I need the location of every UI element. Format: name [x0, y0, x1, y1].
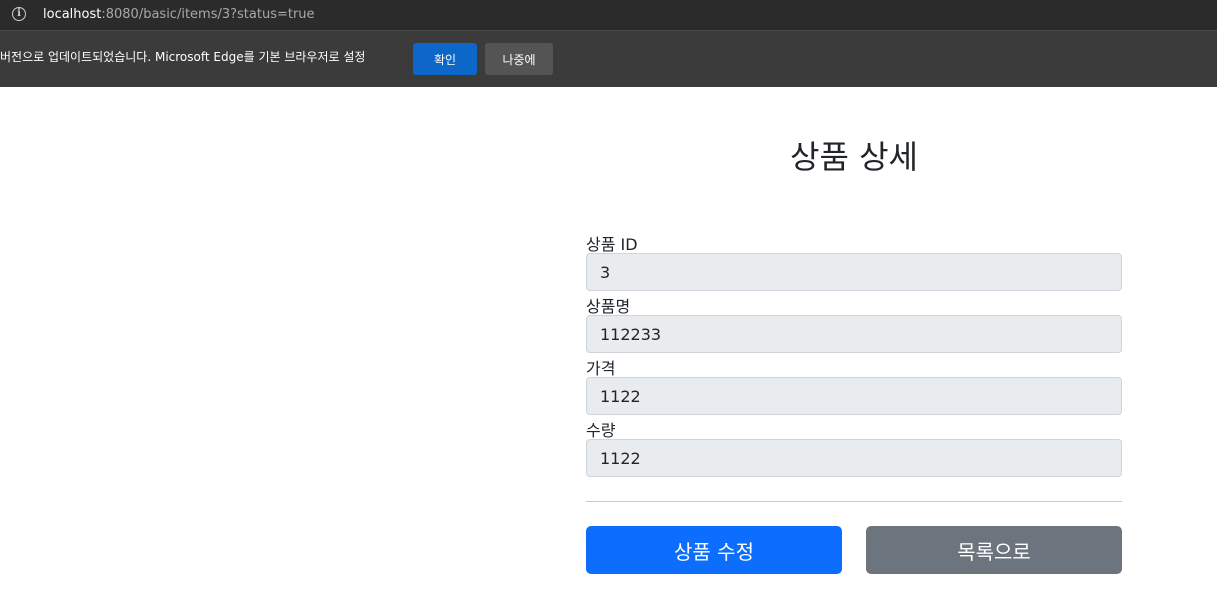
url-path: :8080/basic/items/3?status=true — [101, 7, 315, 22]
url-text[interactable]: localhost:8080/basic/items/3?status=true — [43, 7, 315, 22]
page-title: 상품 상세 — [790, 138, 918, 176]
edit-item-button[interactable]: 상품 수정 — [586, 526, 842, 574]
price-label: 가격 — [586, 359, 616, 378]
item-id-label: 상품 ID — [586, 235, 638, 254]
site-info-icon[interactable]: i — [12, 7, 26, 21]
item-id-input[interactable] — [586, 253, 1122, 291]
address-bar[interactable]: i localhost:8080/basic/items/3?status=tr… — [0, 0, 1217, 30]
quantity-label: 수량 — [586, 421, 616, 440]
edge-update-infobar: 버전으로 업데이트되었습니다. Microsoft Edge를 기본 브라우저로… — [0, 30, 1217, 87]
price-input[interactable] — [586, 377, 1122, 415]
infobar-message: 버전으로 업데이트되었습니다. Microsoft Edge를 기본 브라우저로… — [0, 50, 366, 64]
url-host: localhost — [43, 7, 102, 22]
infobar-confirm-button[interactable]: 확인 — [413, 43, 477, 75]
item-name-label: 상품명 — [586, 297, 631, 316]
back-to-list-button[interactable]: 목록으로 — [866, 526, 1122, 574]
infobar-later-button[interactable]: 나중에 — [485, 43, 553, 75]
divider — [586, 501, 1122, 502]
item-name-input[interactable] — [586, 315, 1122, 353]
quantity-input[interactable] — [586, 439, 1122, 477]
